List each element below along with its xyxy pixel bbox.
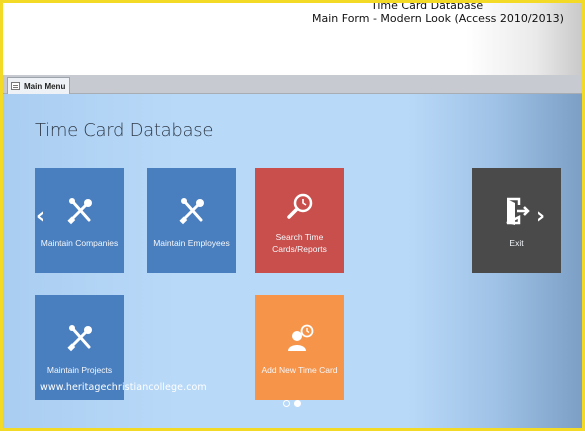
chevron-left-icon[interactable]: ‹ [36,204,45,229]
tile-label: Maintain Employees [153,238,230,248]
add-new-time-card-button[interactable]: Add New Time Card [255,295,344,400]
tile-label: Exit [509,238,524,248]
tab-main-menu-label: Main Menu [24,81,66,91]
tile-label: Search Time Cards/Reports [272,232,327,254]
exit-button[interactable]: Exit [472,168,561,273]
watermark: www.heritagechristiancollege.com [40,382,207,393]
main-menu-canvas: Time Card Database Maintain Companies ‹ [3,94,582,428]
exit-door-icon [472,196,561,226]
pagination [283,400,301,407]
maintain-employees-button[interactable]: Maintain Employees [147,168,236,273]
tools-icon [35,196,124,226]
user-clock-icon [255,323,344,353]
tab-main-menu[interactable]: Main Menu [7,77,71,94]
page-dot-1[interactable] [283,400,290,407]
document-tab-strip: Main Menu [3,75,582,94]
window-subtitle: Main Form - Modern Look (Access 2010/201… [312,12,564,25]
tile-label: Add New Time Card [261,365,338,375]
title-bar: Time Card Database Main Form - Modern Lo… [3,3,582,75]
chevron-right-icon[interactable]: › [536,204,545,229]
page-dot-2-active[interactable] [294,400,301,407]
search-time-cards-button[interactable]: Search Time Cards/Reports [255,168,344,273]
window-title: Time Card Database [371,0,484,12]
page-title: Time Card Database [35,120,214,141]
window-frame: Time Card Database Main Form - Modern Lo… [0,0,585,431]
tile-label: Maintain Projects [46,365,113,375]
tile-label: Maintain Companies [40,238,119,248]
form-icon [11,82,20,90]
search-icon [255,192,344,222]
tools-icon [147,196,236,226]
maintain-companies-button[interactable]: Maintain Companies [35,168,124,273]
tools-icon [35,323,124,353]
